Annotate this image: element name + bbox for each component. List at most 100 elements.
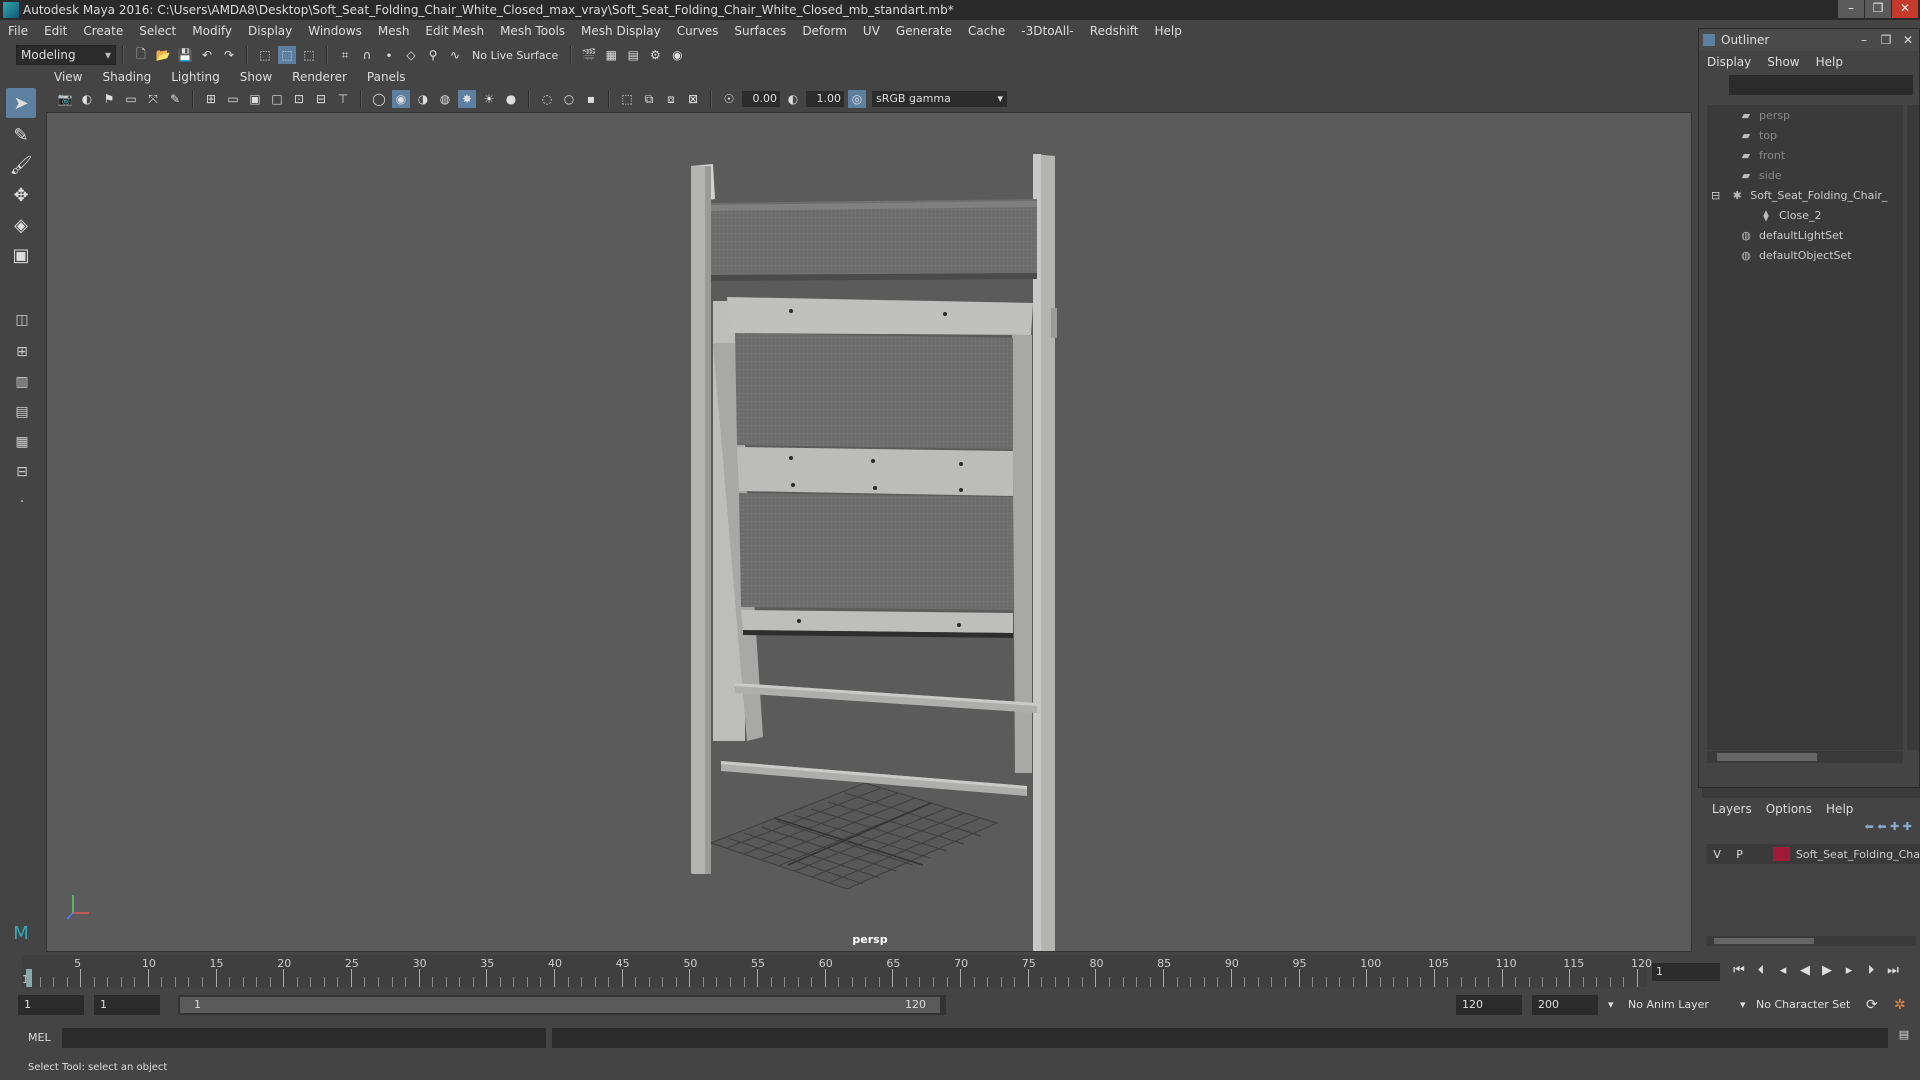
- four-view-layout-icon[interactable]: ⊞: [8, 338, 36, 366]
- scale-tool-icon[interactable]: ▣: [6, 240, 36, 270]
- persp-graph-layout-icon[interactable]: ▤: [8, 398, 36, 426]
- menu-cache[interactable]: Cache: [960, 24, 1013, 38]
- gate-mask-icon[interactable]: □: [268, 90, 286, 108]
- textured-icon[interactable]: ◍: [436, 90, 454, 108]
- camera-attributes-icon[interactable]: ◐: [78, 90, 96, 108]
- field-chart-icon[interactable]: ⊡: [290, 90, 308, 108]
- panel-menu-view[interactable]: View: [44, 70, 92, 84]
- minimize-button[interactable]: –: [1838, 0, 1864, 18]
- new-scene-icon[interactable]: 🗋: [132, 46, 150, 64]
- ipr-render-icon[interactable]: ▤: [624, 46, 642, 64]
- persp-outliner-layout-icon[interactable]: ▥: [8, 368, 36, 396]
- script-editor-icon[interactable]: ▤: [1894, 1028, 1914, 1048]
- menu-select[interactable]: Select: [131, 24, 184, 38]
- xray-active-icon[interactable]: ⊠: [684, 90, 702, 108]
- grid-toggle-icon[interactable]: ⊞: [202, 90, 220, 108]
- layer-menu-layers[interactable]: Layers: [1712, 802, 1752, 816]
- animation-start-field[interactable]: 1: [18, 995, 84, 1015]
- resolution-gate-icon[interactable]: ▣: [246, 90, 264, 108]
- safe-action-icon[interactable]: ⊟: [312, 90, 330, 108]
- menu-display[interactable]: Display: [240, 24, 300, 38]
- layer-visibility-toggle[interactable]: V: [1706, 848, 1728, 861]
- outliner-maximize-button[interactable]: ❐: [1875, 33, 1897, 47]
- step-forward-key-icon[interactable]: ⏵: [1860, 963, 1882, 978]
- xray-icon[interactable]: ⧉: [640, 90, 658, 108]
- make-live-icon[interactable]: ⚲: [424, 46, 442, 64]
- bookmark-icon[interactable]: ⚑: [100, 90, 118, 108]
- exposure-field[interactable]: 0.00: [742, 91, 780, 107]
- anim-layer-dropdown-arrow[interactable]: ▾: [1604, 995, 1614, 1015]
- maximize-button[interactable]: ❐: [1865, 0, 1891, 18]
- outliner-search-input[interactable]: [1729, 75, 1913, 95]
- panel-menu-renderer[interactable]: Renderer: [282, 70, 357, 84]
- outliner-item[interactable]: ▰ side: [1707, 165, 1903, 185]
- panel-menu-panels[interactable]: Panels: [357, 70, 416, 84]
- menu-mesh-display[interactable]: Mesh Display: [573, 24, 669, 38]
- menu-generate[interactable]: Generate: [888, 24, 960, 38]
- layer-menu-options[interactable]: Options: [1766, 802, 1812, 816]
- character-set-dropdown[interactable]: No Character Set: [1752, 995, 1862, 1015]
- panel-menu-shading[interactable]: Shading: [92, 70, 161, 84]
- time-slider[interactable]: 1 51015202530354045505560657075808590951…: [22, 955, 1652, 987]
- hypershade-layout-icon[interactable]: ▦: [8, 428, 36, 456]
- select-object-icon[interactable]: ⬚: [278, 46, 296, 64]
- menu-create[interactable]: Create: [75, 24, 131, 38]
- menu-windows[interactable]: Windows: [300, 24, 370, 38]
- exposure-icon[interactable]: ☉: [720, 90, 738, 108]
- select-tool-icon[interactable]: ➤: [6, 88, 36, 118]
- menu-curves[interactable]: Curves: [669, 24, 727, 38]
- anim-layer-dropdown[interactable]: No Anim Layer: [1624, 995, 1730, 1015]
- menu-edit[interactable]: Edit: [36, 24, 75, 38]
- move-tool-icon[interactable]: ✥: [6, 180, 36, 210]
- collapse-icon[interactable]: ⊟: [1711, 189, 1720, 202]
- outliner-minimize-button[interactable]: –: [1853, 33, 1875, 47]
- menu-deform[interactable]: Deform: [794, 24, 855, 38]
- camera-select-icon[interactable]: 📷: [56, 90, 74, 108]
- render-settings-icon[interactable]: ⚙: [646, 46, 664, 64]
- outliner-item[interactable]: ◍ defaultObjectSet: [1707, 245, 1903, 265]
- outliner-vertical-scrollbar[interactable]: [1907, 105, 1919, 750]
- snap-surface-icon[interactable]: ∿: [446, 46, 464, 64]
- go-to-end-icon[interactable]: ⏭: [1882, 963, 1904, 978]
- step-back-frame-icon[interactable]: ◂: [1772, 963, 1794, 978]
- single-perspective-layout-icon[interactable]: ◫: [8, 306, 36, 334]
- layer-color-swatch[interactable]: [1773, 847, 1790, 861]
- menu-help[interactable]: Help: [1146, 24, 1189, 38]
- redo-icon[interactable]: ↷: [220, 46, 238, 64]
- menu-redshift[interactable]: Redshift: [1082, 24, 1147, 38]
- anti-aliasing-icon[interactable]: ○: [560, 90, 578, 108]
- layer-row[interactable]: V P Soft_Seat_Folding_Cha: [1706, 844, 1920, 864]
- lasso-tool-icon[interactable]: ✎: [6, 120, 36, 150]
- playback-end-field[interactable]: 120: [1456, 995, 1522, 1015]
- go-to-start-icon[interactable]: ⏮: [1728, 963, 1750, 978]
- outliner-item[interactable]: ▰ front: [1707, 145, 1903, 165]
- motion-blur-icon[interactable]: ◌: [538, 90, 556, 108]
- current-frame-field[interactable]: 1: [1652, 963, 1720, 981]
- menu-set-dropdown[interactable]: Modeling: [16, 45, 116, 65]
- shadows-icon[interactable]: ☀: [480, 90, 498, 108]
- gamma-icon[interactable]: ◐: [784, 90, 802, 108]
- open-scene-icon[interactable]: 📂: [154, 46, 172, 64]
- step-forward-frame-icon[interactable]: ▸: [1838, 963, 1860, 978]
- range-slider[interactable]: 1 120: [178, 995, 946, 1015]
- xray-joints-icon[interactable]: ⧈: [662, 90, 680, 108]
- animation-preferences-icon[interactable]: ✲: [1890, 995, 1906, 1015]
- color-space-dropdown[interactable]: sRGB gamma: [872, 91, 1007, 107]
- outliner-item[interactable]: ▰ persp: [1707, 105, 1903, 125]
- snap-curve-icon[interactable]: ∩: [358, 46, 376, 64]
- render-view-icon[interactable]: 🎬: [580, 46, 598, 64]
- menu-3dtoall[interactable]: -3DtoAll-: [1013, 24, 1081, 38]
- snap-grid-icon[interactable]: ⌗: [336, 46, 354, 64]
- play-forwards-icon[interactable]: ▶: [1816, 963, 1838, 978]
- depth-of-field-icon[interactable]: ▪: [582, 90, 600, 108]
- 2d-pan-zoom-icon[interactable]: ⤧: [144, 90, 162, 108]
- snap-view-plane-icon[interactable]: ◇: [402, 46, 420, 64]
- ambient-occlusion-icon[interactable]: ●: [502, 90, 520, 108]
- use-all-lights-icon[interactable]: ✸: [458, 90, 476, 108]
- auto-key-icon[interactable]: ⟳: [1862, 995, 1878, 1015]
- more-layouts-icon[interactable]: ·: [8, 488, 36, 516]
- character-set-dropdown-arrow[interactable]: ▾: [1736, 995, 1746, 1015]
- outliner-menu-show[interactable]: Show: [1767, 55, 1799, 69]
- smooth-shade-icon[interactable]: ◉: [392, 90, 410, 108]
- menu-file[interactable]: File: [0, 24, 36, 38]
